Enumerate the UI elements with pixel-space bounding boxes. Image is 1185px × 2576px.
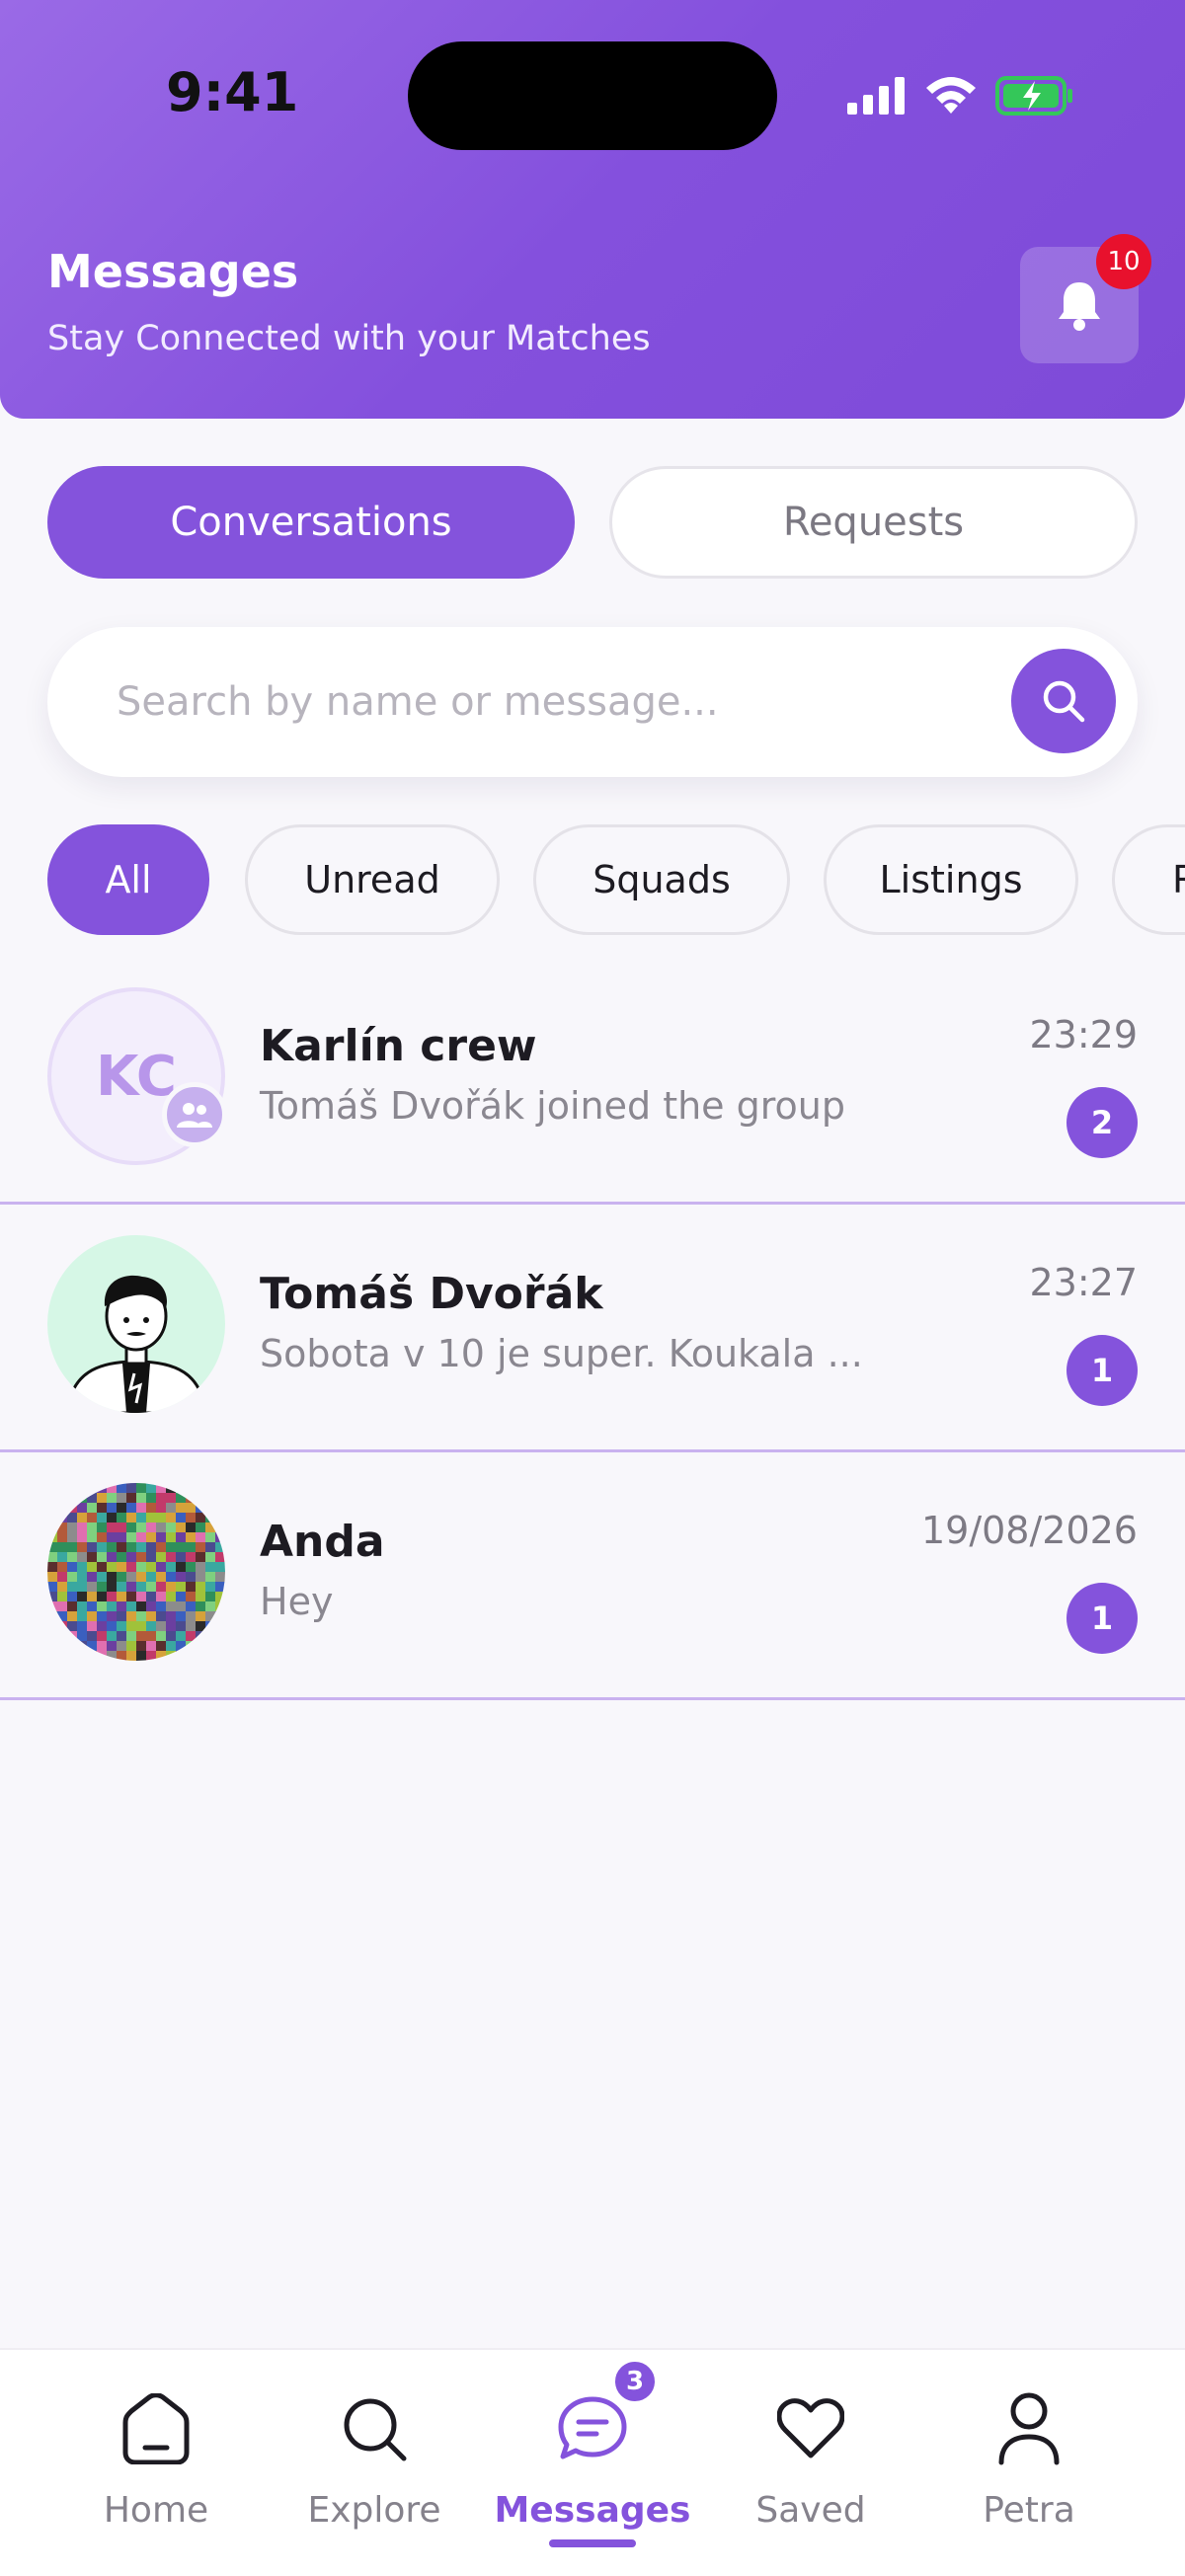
page-subtitle: Stay Connected with your Matches [47, 319, 651, 358]
user-icon [998, 2392, 1060, 2465]
nav-label: Explore [307, 2490, 441, 2531]
filter-chip-unread[interactable]: Unread [245, 824, 500, 935]
filter-chip-squads[interactable]: Squads [533, 824, 790, 935]
nav-label: Messages [494, 2490, 691, 2531]
header: 9:41 Messages Stay Connected with your M… [0, 0, 1185, 419]
conversation-name: Karlín crew [260, 1021, 537, 1071]
nav-label: Petra [983, 2490, 1075, 2531]
home-icon [122, 2393, 190, 2464]
heart-icon [777, 2398, 844, 2459]
search-input[interactable] [117, 627, 1005, 777]
filter-chips: All Unread Squads Listings R [47, 824, 1185, 935]
messages-count-badge: 3 [612, 2359, 658, 2404]
status-icons [847, 73, 1074, 118]
nav-item-home[interactable]: Home [57, 2389, 255, 2537]
wifi-icon [926, 77, 976, 114]
unread-badge: 2 [1066, 1087, 1138, 1158]
nav-item-saved[interactable]: Saved [712, 2389, 909, 2537]
avatar [47, 1235, 225, 1413]
conversation-preview: Tomáš Dvořák joined the group [260, 1084, 846, 1128]
conversation-preview: Hey [260, 1580, 334, 1623]
conversation-time: 23:27 [1029, 1261, 1138, 1304]
bell-icon [1059, 282, 1100, 331]
conversation-name: Anda [260, 1517, 385, 1567]
filter-chip-listings[interactable]: Listings [824, 824, 1078, 935]
unread-badge: 1 [1066, 1335, 1138, 1406]
conversation-time: 19/08/2026 [920, 1509, 1138, 1552]
filter-chip-all[interactable]: All [47, 824, 209, 935]
dynamic-island [408, 41, 777, 150]
search-icon [1043, 680, 1085, 723]
search-icon [344, 2398, 407, 2461]
nav-item-profile[interactable]: Petra [930, 2389, 1128, 2537]
notification-count-badge: 10 [1096, 234, 1151, 289]
active-tab-indicator [549, 2539, 636, 2547]
avatar [47, 1483, 225, 1661]
nav-item-explore[interactable]: Explore [276, 2389, 473, 2537]
conversation-preview: Sobota v 10 je super. Koukala ... [260, 1332, 863, 1375]
tab-conversations[interactable]: Conversations [47, 466, 575, 579]
group-icon [162, 1082, 227, 1147]
status-time: 9:41 [166, 61, 299, 123]
chat-icon [558, 2396, 627, 2459]
conversation-row[interactable]: Tomáš Dvořák Sobota v 10 je super. Kouka… [0, 1206, 1185, 1452]
search-button[interactable] [1011, 649, 1116, 753]
tab-requests[interactable]: Requests [609, 466, 1138, 579]
bottom-navigation: Home Explore Messages Saved Petra [0, 2348, 1185, 2576]
unread-badge: 1 [1066, 1583, 1138, 1654]
filter-chip-more[interactable]: R [1112, 824, 1185, 935]
conversation-row[interactable]: Anda Hey 19/08/2026 1 [0, 1453, 1185, 1700]
conversation-time: 23:29 [1029, 1013, 1138, 1056]
conversation-name: Tomáš Dvořák [260, 1269, 603, 1319]
nav-label: Saved [755, 2490, 866, 2531]
cellular-signal-icon [847, 77, 905, 115]
page-title: Messages [47, 245, 299, 298]
battery-charging-icon [995, 76, 1072, 116]
nav-item-messages[interactable]: Messages [494, 2389, 691, 2537]
nav-label: Home [103, 2490, 209, 2531]
search-bar [47, 627, 1138, 777]
conversation-row[interactable]: KC Karlín crew Tomáš Dvořák joined the g… [0, 958, 1185, 1205]
